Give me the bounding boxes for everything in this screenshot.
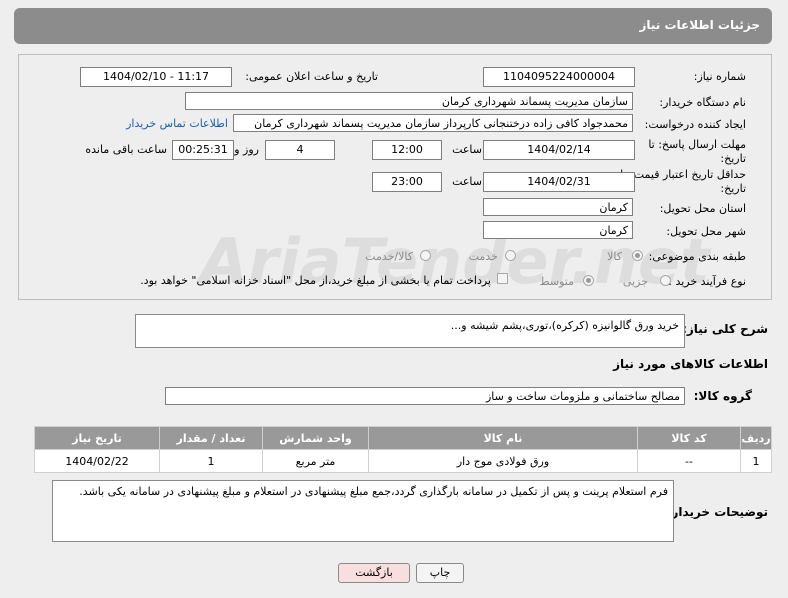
goods-group-label: گروه کالا: (693, 389, 752, 403)
process-radio-medium[interactable] (583, 275, 594, 286)
goods-table-header: ردیف کد کالا نام کالا واحد شمارش تعداد /… (34, 426, 772, 450)
goods-section-title: اطلاعات کالاهای مورد نیاز (613, 357, 768, 371)
province-label: استان محل تحویل: (659, 202, 746, 215)
process-label: نوع فرآیند خرید : (668, 275, 746, 288)
category-option-service: خدمت (468, 250, 498, 263)
description-field: خرید ورق گالوانیزه (کرکره)،توری،پشم شیشه… (135, 314, 685, 348)
category-label: طبقه بندی موضوعی: (648, 250, 746, 263)
back-button[interactable]: بازگشت (338, 563, 410, 583)
city-field: کرمان (483, 221, 633, 239)
remaining-time-field: 00:25:31 (172, 140, 234, 160)
reply-time-label: ساعت (452, 143, 482, 156)
cell-row-number: 1 (740, 449, 772, 473)
cell-need-date: 1404/02/22 (34, 449, 160, 473)
province-field: کرمان (483, 198, 633, 216)
days-label: روز و (234, 143, 259, 156)
buyer-org-field: سازمان مدیریت پسماند شهرداری کرمان (185, 92, 633, 110)
treasury-payment-note: پرداخت تمام یا بخشی از مبلغ خرید،از محل … (140, 274, 491, 287)
reply-date-field: 1404/02/14 (483, 140, 635, 160)
category-radio-goods[interactable] (632, 250, 643, 261)
city-label: شهر محل تحویل: (666, 225, 746, 238)
col-goods-name: نام کالا (368, 426, 638, 450)
col-row-number: ردیف (740, 426, 772, 450)
cell-goods-code: -- (637, 449, 741, 473)
col-quantity: تعداد / مقدار (159, 426, 263, 450)
page-title: جزئیات اطلاعات نیاز (639, 18, 760, 32)
description-label: شرح کلی نیاز: (682, 322, 768, 336)
title-bar: جزئیات اطلاعات نیاز (14, 8, 772, 44)
buyer-contact-link[interactable]: اطلاعات تماس خریدار (126, 117, 228, 130)
col-unit: واحد شمارش (262, 426, 369, 450)
announce-label: تاریخ و ساعت اعلان عمومی: (245, 70, 378, 83)
process-option-medium: متوسط (539, 275, 574, 288)
need-number-label: شماره نیاز: (693, 70, 746, 83)
buyer-notes-label: توضیحات خریدار: (666, 505, 768, 519)
goods-group-field: مصالح ساختمانی و ملزومات ساخت و ساز (165, 387, 685, 405)
category-radio-goods-service[interactable] (420, 250, 431, 261)
price-time-label: ساعت (452, 175, 482, 188)
days-field: 4 (265, 140, 335, 160)
category-option-goods: کالا (607, 250, 622, 263)
cell-quantity: 1 (159, 449, 263, 473)
process-radio-minor[interactable] (660, 275, 671, 286)
goods-table: ردیف کد کالا نام کالا واحد شمارش تعداد /… (34, 426, 772, 473)
buyer-org-label: نام دستگاه خریدار: (659, 96, 746, 109)
remaining-time-label: ساعت باقی مانده (85, 143, 167, 156)
category-radio-service[interactable] (505, 250, 516, 261)
table-row: 1 -- ورق فولادی موج دار متر مربع 1 1404/… (34, 449, 772, 473)
reply-deadline-label: مهلت ارسال پاسخ: تا تاریخ: (648, 138, 746, 165)
col-goods-code: کد کالا (637, 426, 741, 450)
print-button[interactable]: چاپ (416, 563, 464, 583)
cell-goods-name: ورق فولادی موج دار (368, 449, 638, 473)
category-option-goods-service: کالا/خدمت (365, 250, 413, 263)
price-date-field: 1404/02/31 (483, 172, 635, 192)
cell-unit: متر مربع (262, 449, 369, 473)
announce-field: 1404/02/10 - 11:17 (80, 67, 232, 87)
need-number-field: 1104095224000004 (483, 67, 635, 87)
process-option-minor: جزیی (622, 275, 648, 288)
creator-label: ایجاد کننده درخواست: (644, 118, 746, 131)
creator-field: محمدجواد کافی زاده درختنجانی کارپرداز سا… (233, 114, 633, 132)
col-need-date: تاریخ نیاز (34, 426, 160, 450)
reply-time-field: 12:00 (372, 140, 442, 160)
buyer-notes-field: فرم استعلام پرینت و پس از تکمیل در سامان… (52, 480, 674, 542)
price-time-field: 23:00 (372, 172, 442, 192)
treasury-payment-checkbox[interactable] (497, 273, 508, 284)
